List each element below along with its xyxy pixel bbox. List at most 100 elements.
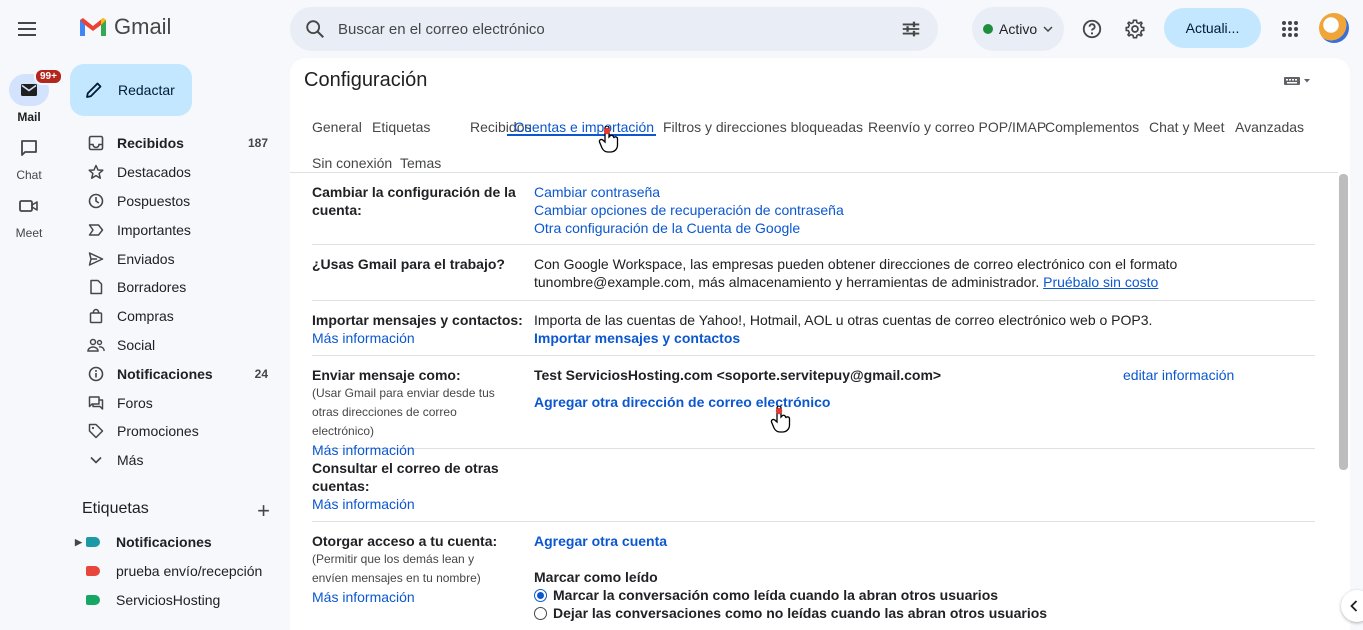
- top-bar: Gmail Activo Actuali...: [0, 0, 1363, 58]
- folder-nav: Recibidos 187 Destacados Pospuestos Impo…: [72, 129, 288, 475]
- tab-general[interactable]: General: [312, 119, 362, 135]
- row-label: Consultar el correo de otras cuentas:: [312, 460, 499, 494]
- status-label: Activo: [999, 21, 1038, 37]
- gear-icon: [1125, 19, 1145, 39]
- gmail-logo[interactable]: Gmail: [78, 14, 171, 40]
- expand-icon[interactable]: ▶: [75, 537, 82, 548]
- rail-mail-pill: 99+: [9, 68, 63, 106]
- settings-row-import: Importar mensajes y contactos: Más infor…: [312, 301, 1315, 356]
- nav-item-social[interactable]: Social: [72, 331, 288, 360]
- rail-mail[interactable]: 99+ Mail: [0, 68, 63, 124]
- label-color-icon: [86, 537, 100, 547]
- tab-sin-conexion[interactable]: Sin conexión: [312, 155, 392, 171]
- row-label-group: Enviar mensaje como: (Usar Gmail para en…: [312, 366, 512, 459]
- tab-avanzadas[interactable]: Avanzadas: [1235, 119, 1304, 135]
- update-button[interactable]: Actuali...: [1164, 8, 1261, 48]
- row-value: Cambiar contraseña Cambiar opciones de r…: [534, 183, 1309, 237]
- mark-read-option[interactable]: Marcar la conversación como leída cuando…: [534, 586, 1309, 604]
- people-icon: [87, 338, 105, 352]
- search-icon[interactable]: [304, 18, 326, 40]
- inbox-icon: [88, 136, 104, 151]
- status-selector[interactable]: Activo: [972, 7, 1064, 51]
- row-label: Enviar mensaje como:: [312, 367, 461, 383]
- check-mail-more-info-link[interactable]: Más información: [312, 495, 502, 513]
- compose-label: Redactar: [118, 82, 175, 98]
- radio-selected-icon[interactable]: [534, 588, 547, 602]
- recovery-options-link[interactable]: Cambiar opciones de recuperación de cont…: [534, 201, 1309, 219]
- nav-label: Enviados: [117, 250, 175, 267]
- content-scrollbar[interactable]: [1339, 174, 1348, 470]
- label-item-servicioshosting[interactable]: ServiciosHosting: [72, 586, 288, 614]
- import-more-info-link[interactable]: Más información: [312, 329, 532, 347]
- tab-filtros[interactable]: Filtros y direcciones bloqueadas: [663, 119, 863, 135]
- search-input[interactable]: [338, 15, 878, 43]
- tab-etiquetas[interactable]: Etiquetas: [372, 119, 430, 135]
- keyboard-icon: [1284, 77, 1310, 85]
- nav-item-borradores[interactable]: Borradores: [72, 273, 288, 302]
- nav-item-importantes[interactable]: Importantes: [72, 215, 288, 244]
- nav-item-foros[interactable]: Foros: [72, 388, 288, 417]
- label-item-prueba[interactable]: prueba envío/recepción: [72, 557, 288, 585]
- settings-button[interactable]: [1115, 9, 1155, 49]
- settings-row-send-as: Enviar mensaje como: (Usar Gmail para en…: [312, 356, 1315, 458]
- apps-button[interactable]: [1270, 9, 1310, 49]
- label-name: ServiciosHosting: [116, 592, 221, 608]
- rail-meet-label: Meet: [15, 226, 43, 240]
- search-options-icon[interactable]: [900, 18, 922, 40]
- nav-label: Destacados: [117, 164, 191, 181]
- tab-complementos[interactable]: Complementos: [1045, 119, 1139, 135]
- support-button[interactable]: [1072, 9, 1112, 49]
- draft-icon: [90, 280, 103, 295]
- row-label: Otorgar acceso a tu cuenta:: [312, 533, 498, 549]
- tab-temas[interactable]: Temas: [400, 155, 441, 171]
- nav-item-pospuestos[interactable]: Pospuestos: [72, 187, 288, 216]
- option-label: Marcar la conversación como leída cuando…: [553, 587, 999, 603]
- row-value: Agregar otra cuenta Marcar como leído Ma…: [534, 532, 1309, 622]
- try-workspace-link[interactable]: Pruébalo sin costo: [1043, 274, 1158, 290]
- compose-button[interactable]: Redactar: [70, 64, 192, 116]
- search-bar[interactable]: [290, 7, 938, 51]
- edit-info-link[interactable]: editar información: [1123, 366, 1234, 384]
- nav-label: Foros: [117, 394, 153, 411]
- option-label: Dejar las conversaciones como no leídas …: [553, 605, 1048, 621]
- nav-item-recibidos[interactable]: Recibidos 187: [72, 129, 288, 158]
- tab-cuentas-importacion[interactable]: Cuentas e importación: [514, 119, 654, 135]
- import-messages-link[interactable]: Importar mensajes y contactos: [534, 330, 740, 346]
- account-avatar[interactable]: [1319, 13, 1349, 43]
- info-icon: [88, 366, 104, 382]
- grant-more-info-link[interactable]: Más información: [312, 588, 512, 606]
- nav-item-promociones[interactable]: Promociones: [72, 417, 288, 446]
- settings-row-check-mail: Consultar el correo de otras cuentas: Má…: [312, 449, 1315, 522]
- nav-item-notificaciones[interactable]: Notificaciones 24: [72, 359, 288, 388]
- rail-mail-label: Mail: [17, 110, 41, 124]
- add-account-link[interactable]: Agregar otra cuenta: [534, 532, 1309, 550]
- change-password-link[interactable]: Cambiar contraseña: [534, 183, 1309, 201]
- nav-item-destacados[interactable]: Destacados: [72, 158, 288, 187]
- radio-unselected-icon[interactable]: [534, 606, 547, 620]
- nav-label: Social: [117, 336, 156, 353]
- input-tools-button[interactable]: [1284, 74, 1316, 90]
- active-tab-indicator: [507, 134, 656, 136]
- forum-icon: [88, 395, 104, 410]
- tab-reenvio[interactable]: Reenvío y correo POP/IMAP: [868, 119, 1046, 135]
- tab-chat-meet[interactable]: Chat y Meet: [1149, 119, 1224, 135]
- settings-panel: Configuración General Etiquetas Recibido…: [290, 58, 1350, 630]
- rail-meet[interactable]: Meet: [0, 190, 58, 240]
- nav-item-compras[interactable]: Compras: [72, 302, 288, 331]
- settings-content: Cambiar la configuración de la cuenta: C…: [290, 172, 1338, 630]
- row-label: Importar mensajes y contactos:: [312, 312, 523, 328]
- nav-count: 24: [254, 366, 268, 381]
- keep-unread-option[interactable]: Dejar las conversaciones como no leídas …: [534, 604, 1309, 622]
- main-menu-button[interactable]: [8, 9, 48, 49]
- add-label-button[interactable]: +: [257, 498, 270, 524]
- google-account-settings-link[interactable]: Otra configuración de la Cuenta de Googl…: [534, 219, 1309, 237]
- row-label: ¿Usas Gmail para el trabajo?: [312, 256, 505, 272]
- nav-item-enviados[interactable]: Enviados: [72, 244, 288, 273]
- rail-chat[interactable]: Chat: [0, 132, 58, 182]
- page-title: Configuración: [304, 69, 428, 91]
- label-item-notificaciones[interactable]: ▶ Notificaciones: [72, 528, 288, 556]
- row-label-group: Consultar el correo de otras cuentas: Má…: [312, 459, 502, 513]
- add-email-address-link[interactable]: Agregar otra dirección de correo electró…: [534, 393, 1309, 411]
- labels-header: Etiquetas +: [82, 498, 272, 523]
- nav-item-mas[interactable]: Más: [72, 446, 288, 475]
